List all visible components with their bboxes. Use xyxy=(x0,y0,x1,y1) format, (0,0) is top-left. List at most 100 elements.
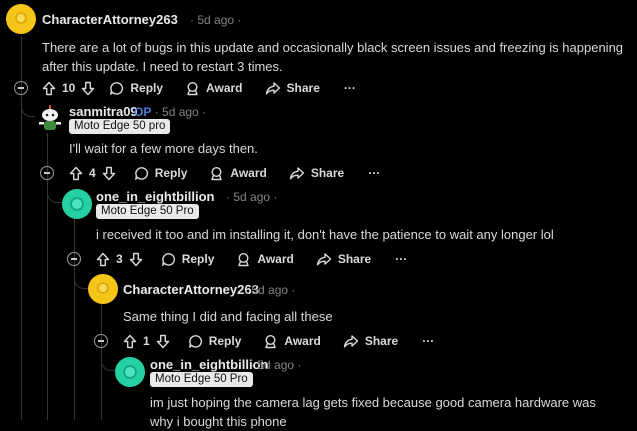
reply-button[interactable]: Reply xyxy=(109,81,163,96)
thread-line xyxy=(74,216,75,420)
reply-button[interactable]: Reply xyxy=(188,334,242,349)
reply-button[interactable]: Reply xyxy=(161,252,214,267)
user-flair: Moto Edge 50 Pro xyxy=(150,372,253,387)
comment-time[interactable]: 5d ago xyxy=(233,190,270,204)
separator-dot: · xyxy=(202,105,207,119)
collapse-thread-button[interactable] xyxy=(14,81,28,95)
downvote-icon xyxy=(156,334,169,348)
upvote-button[interactable] xyxy=(42,81,56,96)
op-badge: OP xyxy=(134,105,152,119)
comment-actions: 3 Reply Award Share ··· xyxy=(96,249,407,269)
award-icon xyxy=(265,334,277,348)
share-label: Share xyxy=(337,252,372,266)
award-button[interactable]: Award xyxy=(236,252,294,267)
reply-label: Reply xyxy=(208,334,242,348)
share-label: Share xyxy=(286,81,320,95)
comment-meta: OP · 5d ago · xyxy=(134,105,206,119)
separator-dot: · xyxy=(250,358,254,372)
upvote-button[interactable] xyxy=(123,334,137,349)
avatar[interactable] xyxy=(62,189,92,219)
downvote-button[interactable] xyxy=(102,166,116,181)
downvote-icon xyxy=(102,166,115,180)
share-label: Share xyxy=(364,334,399,348)
avatar[interactable] xyxy=(115,357,145,387)
comment-meta: · 5d ago · xyxy=(226,190,277,204)
downvote-button[interactable] xyxy=(129,252,143,267)
avatar[interactable] xyxy=(6,4,36,34)
comment-author[interactable]: sanmitra09 xyxy=(69,104,138,119)
share-icon xyxy=(343,334,359,347)
downvote-icon xyxy=(129,252,142,266)
share-button[interactable]: Share xyxy=(343,334,398,349)
user-flair: Moto Edge 50 Pro xyxy=(96,204,199,219)
avatar[interactable] xyxy=(88,274,118,304)
upvote-icon xyxy=(123,334,137,348)
share-icon xyxy=(265,81,280,94)
reply-label: Reply xyxy=(130,81,164,95)
award-button[interactable]: Award xyxy=(185,81,243,96)
separator-dot: · xyxy=(226,190,230,204)
comment-time[interactable]: 5d ago xyxy=(251,283,288,297)
award-icon xyxy=(211,166,223,180)
upvote-button[interactable] xyxy=(96,252,110,267)
more-options-button[interactable]: ··· xyxy=(422,334,434,348)
reply-label: Reply xyxy=(154,166,188,180)
upvote-button[interactable] xyxy=(69,166,83,181)
award-label: Award xyxy=(230,166,267,180)
thread-connector xyxy=(47,186,62,203)
thread-connector xyxy=(21,100,36,117)
user-flair: Moto Edge 50 pro xyxy=(69,119,171,134)
downvote-icon xyxy=(82,81,95,95)
avatar[interactable] xyxy=(35,103,65,133)
vote-count: 10 xyxy=(62,81,76,95)
share-button[interactable]: Share xyxy=(289,166,344,181)
share-label: Share xyxy=(310,166,345,180)
award-button[interactable]: Award xyxy=(209,166,267,181)
comment-actions: 10 Reply Award Share ··· xyxy=(42,78,356,98)
comment-body: Same thing I did and facing all these xyxy=(123,309,333,324)
share-icon xyxy=(316,252,332,265)
collapse-thread-button[interactable] xyxy=(67,252,81,266)
comment-time[interactable]: 5d ago xyxy=(257,358,294,372)
comment-author[interactable]: CharacterAttorney263 xyxy=(123,282,259,297)
comment-actions: 4 Reply Award Share ··· xyxy=(69,163,380,183)
comment-meta: · 5d ago · xyxy=(190,13,241,27)
downvote-button[interactable] xyxy=(81,81,95,96)
vote-count: 1 xyxy=(143,334,150,348)
reply-icon xyxy=(134,166,148,180)
award-button[interactable]: Award xyxy=(263,334,321,349)
comment-meta: · 5d ago · xyxy=(250,358,301,372)
share-icon xyxy=(289,166,305,179)
comment-body: im just hoping the camera lag gets fixed… xyxy=(150,395,596,429)
snoo-avatar-icon xyxy=(39,105,61,130)
more-options-button[interactable]: ··· xyxy=(395,252,407,266)
award-label: Award xyxy=(257,252,294,266)
comment-body: I'll wait for a few more days then. xyxy=(69,141,258,156)
separator-dot: · xyxy=(273,190,278,204)
upvote-icon xyxy=(42,81,56,95)
vote-count: 3 xyxy=(116,252,123,266)
comment-author[interactable]: one_in_eightbillion xyxy=(96,189,214,204)
thread-connector xyxy=(74,272,89,289)
reply-button[interactable]: Reply xyxy=(134,166,188,181)
share-button[interactable]: Share xyxy=(316,252,371,267)
comment-time[interactable]: 5d ago xyxy=(162,105,199,119)
separator-dot: · xyxy=(291,283,296,297)
share-button[interactable]: Share xyxy=(265,81,320,96)
collapse-thread-button[interactable] xyxy=(40,166,54,180)
more-options-button[interactable]: ··· xyxy=(368,166,380,180)
comment-author[interactable]: CharacterAttorney263 xyxy=(42,12,178,27)
award-icon xyxy=(187,81,198,95)
separator-dot: · xyxy=(244,283,248,297)
downvote-button[interactable] xyxy=(156,334,170,349)
vote-count: 4 xyxy=(89,166,96,180)
reply-icon xyxy=(188,334,202,348)
comment-meta: · 5d ago · xyxy=(244,283,295,297)
collapse-thread-button[interactable] xyxy=(94,334,108,348)
comment-body: i received it too and im installing it, … xyxy=(96,227,554,242)
reply-icon xyxy=(110,81,124,95)
comment-time[interactable]: 5d ago xyxy=(197,13,234,27)
separator-dot: · xyxy=(154,105,159,119)
upvote-icon xyxy=(69,166,83,180)
more-options-button[interactable]: ··· xyxy=(344,81,356,95)
